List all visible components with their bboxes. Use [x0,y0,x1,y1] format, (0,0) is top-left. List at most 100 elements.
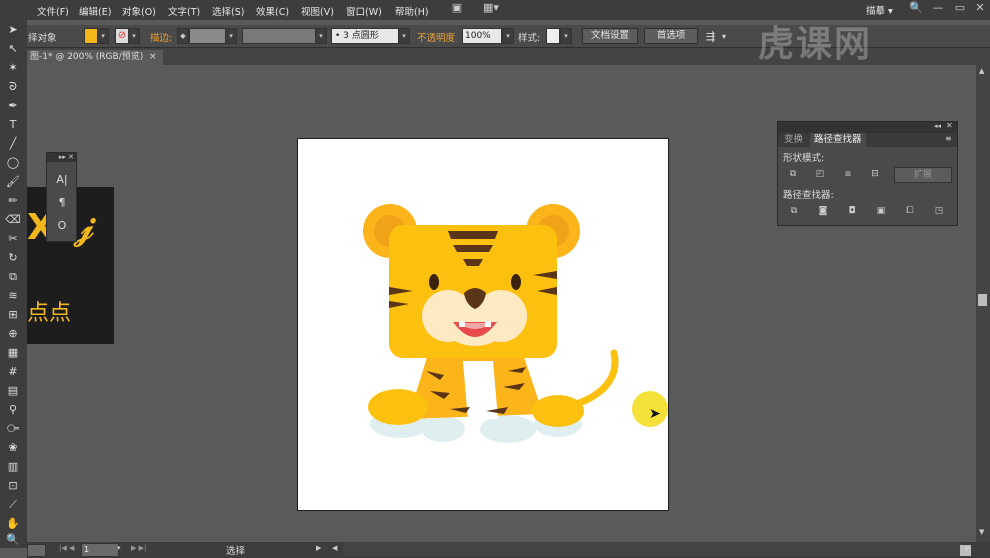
close-tab-icon[interactable]: × [149,50,157,65]
collapse-icon[interactable]: ◂◂ [934,122,941,130]
pen-tool-icon[interactable]: ✒ [4,98,22,114]
artboard[interactable]: ➤ [297,138,669,511]
horizontal-scrollbar[interactable] [343,543,971,556]
maximize-icon[interactable]: ▭ [949,0,971,16]
mini-panel-header[interactable]: ▸▸ ✕ [47,153,76,162]
scissors-tool-icon[interactable]: ✂ [4,231,22,247]
brush-dropdown[interactable]: ▾ [398,28,410,44]
stroke-label[interactable]: 描边: [150,30,172,44]
arrange-docs-icon[interactable]: ▦▾ [478,0,504,16]
tab-transform[interactable]: 变换 [780,133,807,147]
rotate-tool-icon[interactable]: ↻ [4,250,22,266]
scroll-right-icon[interactable]: ▶ [965,544,970,552]
opacity-dropdown[interactable]: ▾ [502,28,514,44]
search-icon[interactable]: 🔍 [905,0,927,16]
brush-field[interactable]: • 3 点圆形 [331,28,401,44]
opacity-label[interactable]: 不透明度 [417,30,455,44]
merge-icon[interactable]: ◘ [845,205,859,217]
menu-effect[interactable]: 效果(C) [256,4,289,18]
artboard-number-field[interactable]: 1 [81,543,119,557]
panel-close-icon[interactable]: ✕ [946,121,953,130]
close-icon[interactable]: ✕ [969,0,990,16]
stroke-weight-field[interactable] [189,28,227,44]
scroll-left-icon[interactable]: ◀ [332,544,337,552]
scroll-up-icon[interactable]: ▲ [979,67,984,75]
pathfinder-panel-header[interactable]: ◂◂ ✕ [778,121,957,133]
character-panel-icon[interactable]: A| [55,173,69,187]
warp-tool-icon[interactable]: ≋ [4,288,22,304]
artboard-tool-icon[interactable]: ⊡ [4,478,22,494]
panel-menu-icon[interactable]: ≡ [945,134,952,143]
eraser-tool-icon[interactable]: ⌫ [4,212,22,228]
menu-window[interactable]: 窗口(W) [346,4,382,18]
tab-pathfinder[interactable]: 路径查找器 [810,133,866,147]
perspective-grid-tool-icon[interactable]: ▦ [4,345,22,361]
mesh-tool-icon[interactable]: # [4,364,22,380]
opacity-field[interactable]: 100% [462,28,502,44]
stroke-weight-stepper[interactable]: ◆ [177,28,189,44]
type-tool-icon[interactable]: T [4,117,22,133]
direct-selection-tool-icon[interactable]: ↖ [4,41,22,57]
bridge-icon[interactable]: ▣ [446,0,468,16]
vertical-scrollbar[interactable]: ▲ ▼ [976,65,990,542]
stroke-weight-dropdown[interactable]: ▾ [225,28,237,44]
menu-object[interactable]: 对象(O) [122,4,156,18]
paintbrush-tool-icon[interactable]: 🖌 [4,174,22,190]
outline-icon[interactable]: ⧠ [903,205,917,217]
menu-select[interactable]: 选择(S) [212,4,244,18]
slice-tool-icon[interactable]: ⟋ [4,497,22,513]
status-menu-icon[interactable]: ▶ [316,544,321,552]
opentype-panel-icon[interactable]: O [55,219,69,233]
paragraph-panel-icon[interactable]: ¶ [55,196,69,210]
zoom-tool-icon[interactable]: 🔍 [4,532,22,548]
crop-icon[interactable]: ▣ [874,205,888,217]
minus-back-icon[interactable]: ◳ [932,205,946,217]
expand-button[interactable]: 扩展 [894,167,952,183]
style-swatch[interactable] [546,28,560,44]
document-tab[interactable]: 图-1* @ 200% (RGB/预览) × [27,50,163,65]
divide-icon[interactable]: ⧉ [787,205,801,217]
gradient-tool-icon[interactable]: ▤ [4,383,22,399]
fill-swatch[interactable] [84,28,98,44]
zoom-field[interactable] [27,544,46,557]
first-artboard-icon[interactable]: |◀ ◀ [59,544,74,552]
stroke-swatch[interactable]: ⊘ [115,28,129,44]
fill-dropdown[interactable]: ▾ [97,28,109,44]
preferences-button[interactable]: 首选项 [644,28,698,44]
menu-help[interactable]: 帮助(H) [395,4,429,18]
menu-view[interactable]: 视图(V) [301,4,334,18]
hand-tool-icon[interactable]: ✋ [4,516,22,532]
graph-tool-icon[interactable]: ▥ [4,459,22,475]
shape-builder-tool-icon[interactable]: ⊕ [4,326,22,342]
menu-file[interactable]: 文件(F) [37,4,69,18]
next-artboard-icon[interactable]: ▶ ▶| [131,544,146,552]
variable-width-field[interactable] [242,28,316,44]
blend-tool-icon[interactable]: ⧃ [4,421,22,437]
minimize-icon[interactable]: — [927,0,949,16]
trim-icon[interactable]: ◙ [816,205,830,217]
vertical-scroll-thumb[interactable] [978,294,987,306]
eyedropper-tool-icon[interactable]: ⚲ [4,402,22,418]
menu-edit[interactable]: 编辑(E) [79,4,111,18]
ellipse-tool-icon[interactable]: ◯ [4,155,22,171]
line-tool-icon[interactable]: ╱ [4,136,22,152]
pencil-tool-icon[interactable]: ✏ [4,193,22,209]
stroke-dropdown[interactable]: ▾ [128,28,140,44]
align-icon[interactable]: ⇶ [706,30,715,43]
unite-icon[interactable]: ⧉ [786,168,800,180]
minus-front-icon[interactable]: ◰ [813,168,827,180]
scroll-down-icon[interactable]: ▼ [979,528,984,536]
exclude-icon[interactable]: ⊟ [868,168,882,180]
style-dropdown[interactable]: ▾ [560,28,572,44]
intersect-icon[interactable]: ⧈ [841,168,855,180]
scale-tool-icon[interactable]: ⧉ [4,269,22,285]
align-dropdown-icon[interactable]: ▾ [722,32,726,41]
selection-tool-icon[interactable]: ➤ [4,22,22,38]
document-setup-button[interactable]: 文档设置 [582,28,638,44]
menu-type[interactable]: 文字(T) [168,4,200,18]
current-tool-label[interactable]: 选择 [226,543,245,557]
lasso-tool-icon[interactable]: ᘐ [4,79,22,95]
magic-wand-tool-icon[interactable]: ✶ [4,60,22,76]
symbol-sprayer-tool-icon[interactable]: ❀ [4,440,22,456]
variable-width-dropdown[interactable]: ▾ [315,28,327,44]
